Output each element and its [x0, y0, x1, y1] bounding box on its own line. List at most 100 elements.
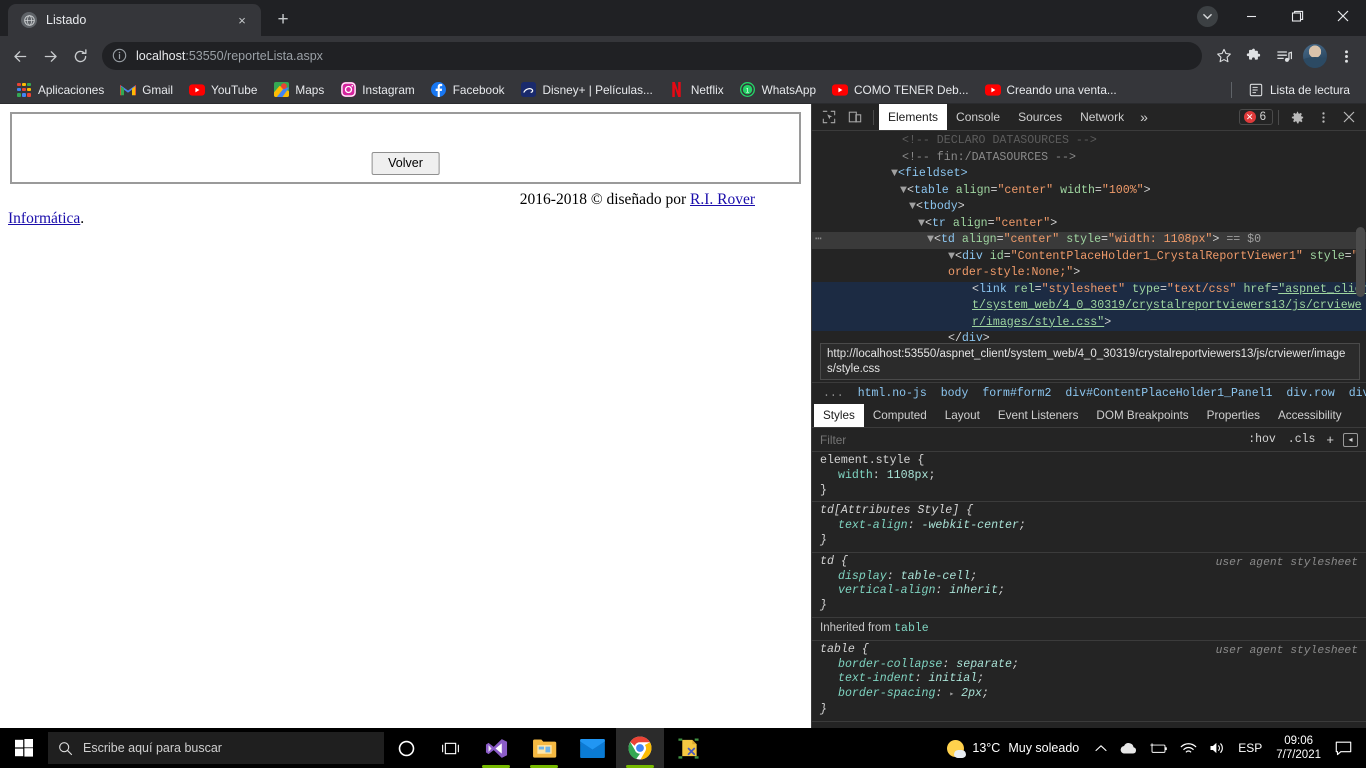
- tab-accessibility[interactable]: Accessibility: [1269, 404, 1351, 427]
- dom-node-tr[interactable]: ▼<tr align="center">: [812, 216, 1366, 233]
- dom-node-link-href-cont2[interactable]: r/images/style.css">: [812, 314, 1366, 331]
- browser-tab[interactable]: Listado ×: [8, 4, 261, 36]
- breadcrumb-overflow-left[interactable]: ...: [816, 387, 851, 400]
- breadcrumb-form[interactable]: form#form2: [975, 387, 1058, 400]
- breadcrumb-html[interactable]: html.no-js: [851, 387, 934, 400]
- devtools-tab-sources[interactable]: Sources: [1009, 104, 1071, 130]
- inspect-element-icon[interactable]: [816, 106, 842, 129]
- computed-sidebar-toggle[interactable]: ◂: [1343, 432, 1358, 447]
- notification-icon[interactable]: [1329, 728, 1362, 768]
- cloud-icon[interactable]: [1113, 728, 1143, 768]
- style-rule-element-style[interactable]: element.style { width: 1108px; }: [812, 452, 1366, 503]
- task-view-icon[interactable]: [428, 728, 472, 768]
- bookmark-instagram[interactable]: Instagram: [332, 79, 422, 101]
- prop-name[interactable]: border-collapse: [838, 658, 942, 671]
- rule-selector[interactable]: element.style: [820, 454, 910, 467]
- chevron-down-icon[interactable]: [1197, 6, 1218, 27]
- media-playlist-icon[interactable]: [1270, 42, 1298, 70]
- declaration[interactable]: text-indent: initial;: [820, 672, 1358, 687]
- dom-node-fieldset[interactable]: ▼<fieldset>: [812, 166, 1366, 183]
- prop-name[interactable]: text-indent: [838, 672, 915, 685]
- prop-name[interactable]: display: [838, 570, 887, 583]
- error-count-badge[interactable]: ✕ 6: [1238, 109, 1273, 125]
- dom-node-div-crystalreportviewer[interactable]: ▼<div id="ContentPlaceHolder1_CrystalRep…: [812, 249, 1366, 266]
- close-icon[interactable]: [1336, 106, 1362, 129]
- prop-value[interactable]: 1108px: [887, 469, 929, 482]
- windows-start-icon[interactable]: [0, 728, 48, 768]
- cortana-circle-icon[interactable]: [384, 728, 428, 768]
- puzzle-icon[interactable]: [1240, 42, 1268, 70]
- bookmark-aplicaciones[interactable]: Aplicaciones: [8, 79, 112, 101]
- prop-name[interactable]: border-spacing: [838, 687, 935, 700]
- dom-node-comment[interactable]: <!-- fin:/DATASOURCES -->: [812, 150, 1366, 167]
- rule-selector[interactable]: td[Attributes Style]: [820, 504, 959, 517]
- tab-styles[interactable]: Styles: [814, 404, 864, 427]
- styles-filter-input[interactable]: [820, 432, 1243, 447]
- devtools-tab-network[interactable]: Network: [1071, 104, 1133, 130]
- info-circle-icon[interactable]: [112, 48, 128, 64]
- more-tabs-icon[interactable]: »: [1133, 104, 1155, 130]
- expand-triangle-icon[interactable]: ▸: [949, 690, 954, 699]
- tab-computed[interactable]: Computed: [864, 404, 936, 427]
- tab-properties[interactable]: Properties: [1198, 404, 1269, 427]
- inherited-source[interactable]: table: [894, 622, 929, 635]
- rule-selector[interactable]: td: [820, 555, 834, 568]
- prop-value[interactable]: initial: [928, 672, 977, 685]
- dom-tree[interactable]: <!-- DECLARO DATASOURCES --> <!-- fin:/D…: [812, 131, 1366, 382]
- styles-rules-list[interactable]: element.style { width: 1108px; } td[Attr…: [812, 452, 1366, 728]
- prop-value[interactable]: -webkit-center: [922, 519, 1019, 532]
- devtools-tab-elements[interactable]: Elements: [879, 104, 948, 130]
- reading-list-button[interactable]: Lista de lectura: [1240, 79, 1358, 101]
- prop-name[interactable]: width: [838, 469, 873, 482]
- dom-node-table[interactable]: ▼<table align="center" width="100%">: [812, 183, 1366, 200]
- dom-tree-scrollbar[interactable]: [1356, 227, 1365, 297]
- hov-toggle[interactable]: :hov: [1242, 433, 1282, 446]
- devtools-tab-console[interactable]: Console: [947, 104, 1009, 130]
- tab-event-listeners[interactable]: Event Listeners: [989, 404, 1088, 427]
- taskbar-app-sticky-notes[interactable]: [664, 728, 712, 768]
- bookmark-como-tener-deb[interactable]: COMO TENER Deb...: [824, 79, 977, 101]
- footer-link-rirover[interactable]: R.I. Rover: [690, 191, 755, 208]
- footer-link-informatica[interactable]: Informática: [8, 210, 80, 227]
- prop-name[interactable]: vertical-align: [838, 584, 935, 597]
- breadcrumb-body[interactable]: body: [934, 387, 976, 400]
- new-tab-button[interactable]: +: [269, 5, 297, 33]
- breadcrumb-panel[interactable]: div#ContentPlaceHolder1_Panel1: [1058, 387, 1279, 400]
- new-style-rule-button[interactable]: +: [1321, 432, 1339, 447]
- volver-button[interactable]: Volver: [371, 152, 440, 175]
- prop-value[interactable]: separate: [956, 658, 1012, 671]
- avatar[interactable]: [1300, 41, 1330, 71]
- bookmark-creando-una-venta[interactable]: Creando una venta...: [977, 79, 1125, 101]
- prop-value[interactable]: table-cell: [901, 570, 971, 583]
- tab-dom-breakpoints[interactable]: DOM Breakpoints: [1087, 404, 1197, 427]
- breadcrumb-row[interactable]: div.row: [1279, 387, 1341, 400]
- weather-widget[interactable]: 13°C Muy soleado: [933, 739, 1089, 758]
- bookmark-facebook[interactable]: Facebook: [423, 79, 513, 101]
- dom-node-link-href-cont[interactable]: t/system_web/4_0_30319/crystalreportview…: [812, 298, 1366, 315]
- prop-value[interactable]: inherit: [949, 584, 998, 597]
- clock-widget[interactable]: 09:06 7/7/2021: [1268, 728, 1329, 768]
- declaration[interactable]: border-collapse: separate;: [820, 658, 1358, 673]
- taskbar-app-mail[interactable]: [568, 728, 616, 768]
- minimize-button[interactable]: [1228, 0, 1274, 32]
- dom-node-tbody[interactable]: ▼<tbody>: [812, 199, 1366, 216]
- forward-button[interactable]: [36, 42, 64, 70]
- language-indicator[interactable]: ESP: [1232, 728, 1268, 768]
- volume-icon[interactable]: [1203, 728, 1232, 768]
- prop-value[interactable]: 2px: [961, 687, 982, 700]
- battery-icon[interactable]: [1143, 728, 1174, 768]
- device-toolbar-icon[interactable]: [842, 106, 868, 129]
- taskbar-app-chrome[interactable]: [616, 728, 664, 768]
- dom-node-div-wrap[interactable]: order-style:None;">: [812, 265, 1366, 282]
- bookmark-youtube[interactable]: YouTube: [181, 79, 265, 101]
- wifi-icon[interactable]: [1174, 728, 1203, 768]
- breadcrumb-col[interactable]: div.col-9.col·: [1342, 387, 1366, 400]
- three-dots-menu-icon[interactable]: [1310, 106, 1336, 129]
- prop-name[interactable]: text-align: [838, 519, 908, 532]
- taskbar-search-box[interactable]: Escribe aquí para buscar: [48, 732, 384, 764]
- style-rule-td-attributes[interactable]: td[Attributes Style] { text-align: -webk…: [812, 502, 1366, 553]
- declaration[interactable]: width: 1108px;: [820, 469, 1358, 484]
- reload-button[interactable]: [66, 42, 94, 70]
- three-dots-menu-icon[interactable]: [1332, 42, 1360, 70]
- rule-selector[interactable]: table: [820, 643, 855, 656]
